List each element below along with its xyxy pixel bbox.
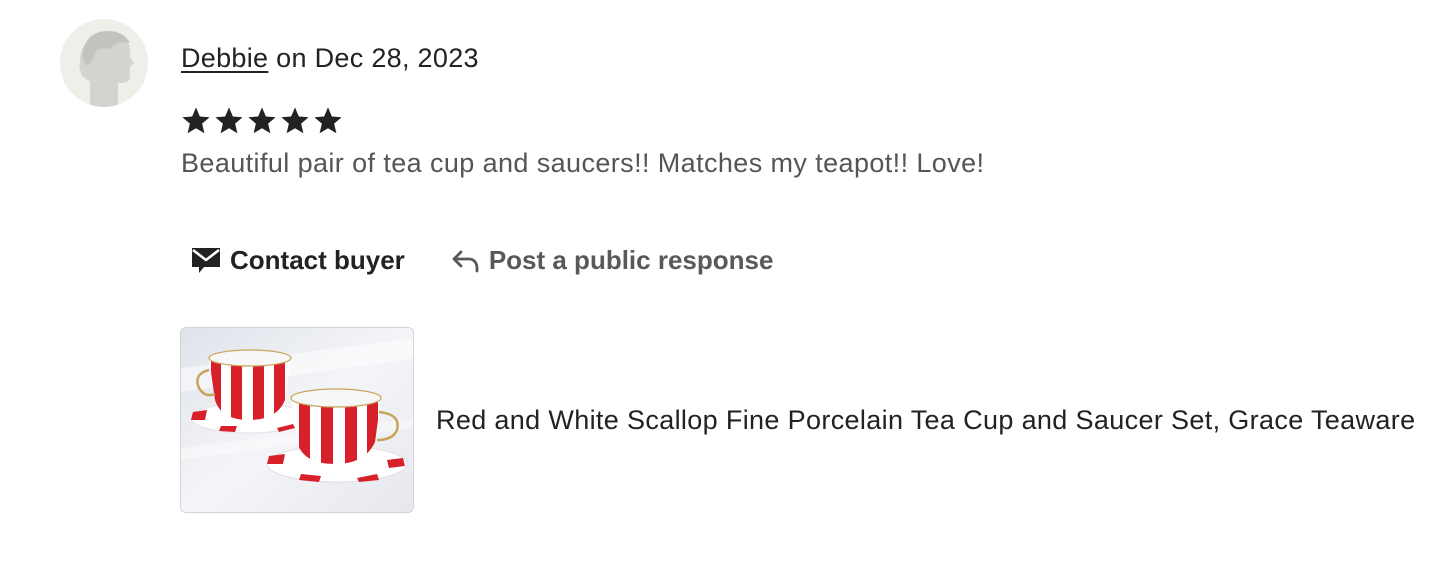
envelope-icon [190,245,222,275]
review-card: Debbie on Dec 28, 2023 Beautiful pair of… [0,0,1445,585]
contact-buyer-label: Contact buyer [230,245,405,275]
star-icon [314,107,342,134]
review-actions: Contact buyer Post a public response [190,240,773,280]
reviewed-listing: Red and White Scallop Fine Porcelain Tea… [180,327,1415,513]
post-public-response-label: Post a public response [488,245,774,275]
teacup-photo [181,328,413,512]
review-byline: Debbie on Dec 28, 2023 [181,40,479,76]
star-rating [180,104,344,138]
post-public-response-button[interactable]: Post a public response [451,240,774,280]
star-icon [215,107,243,134]
review-date: on Dec 28, 2023 [268,43,479,73]
reply-arrow-icon [451,246,481,274]
star-icon [248,107,276,134]
avatar[interactable] [60,19,148,107]
contact-buyer-button[interactable]: Contact buyer [190,240,405,280]
star-icon [182,107,210,134]
listing-thumbnail[interactable] [180,327,414,513]
review-text: Beautiful pair of tea cup and saucers!! … [181,148,985,178]
listing-title-link[interactable]: Red and White Scallop Fine Porcelain Tea… [436,402,1415,438]
default-avatar-icon [60,19,148,107]
reviewer-name-link[interactable]: Debbie [181,43,268,73]
star-icon [281,107,309,134]
